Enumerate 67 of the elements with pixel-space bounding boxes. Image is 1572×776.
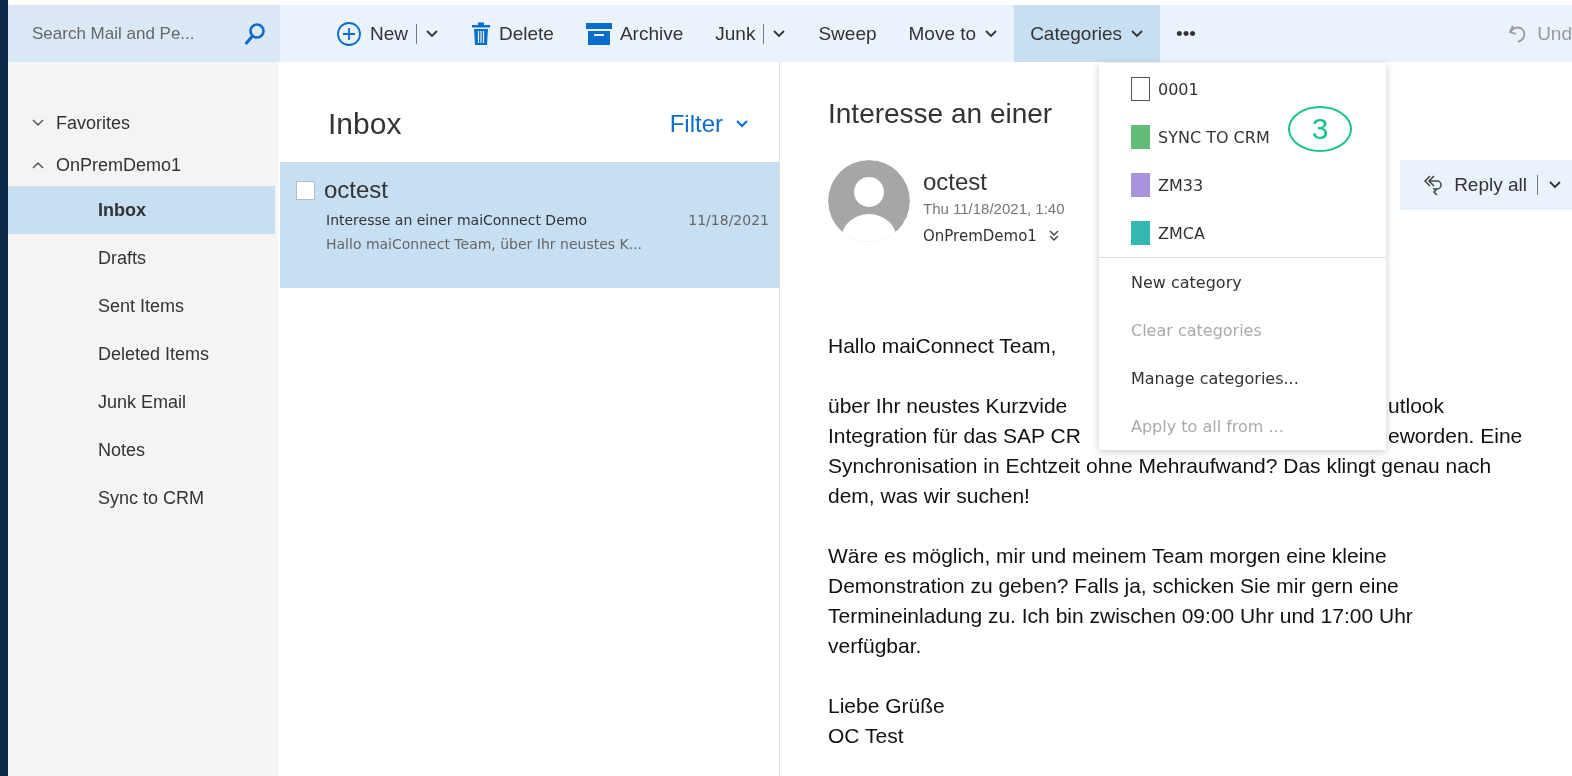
message-date: 11/18/2021 (688, 212, 769, 228)
chevron-up-icon (32, 161, 44, 169)
search-input[interactable]: Search Mail and Pe... (30, 22, 244, 45)
search-field[interactable]: Search Mail and Pe... (8, 5, 280, 62)
toolbar-button[interactable]: Move to (892, 5, 1015, 62)
search-icon[interactable] (244, 21, 266, 46)
body-text: verfügbar. (828, 634, 922, 657)
body-text: Termineinladung zu. Ich bin zwischen 09:00 Uhr und 17:00 Uhr (828, 604, 1413, 627)
message-preview: Hallo maiConnect Team, über Ihr neustes K... (325, 236, 644, 252)
folder-item[interactable]: Inbox (8, 186, 275, 234)
category-item[interactable]: 0001 (1099, 65, 1203, 113)
toolbar-button[interactable]: Archive (569, 5, 700, 62)
toolbar-button[interactable]: Junk (699, 5, 803, 62)
more-button[interactable]: ••• (1160, 5, 1212, 62)
body-text: Hallo maiConnect Team, (828, 334, 1057, 357)
caret-icon (735, 119, 749, 129)
trash-icon (471, 21, 491, 46)
body-text: Demonstration zu geben? Falls ja, schicken Sie mir gern eine (828, 574, 1399, 597)
folder-item[interactable]: Deleted Items (8, 330, 275, 378)
body-text: Synchronisation in Echtzeit ohne Mehraufwand? Das klingt genau nach (828, 454, 1492, 477)
folder-item[interactable]: Notes (8, 426, 275, 474)
body-text: Liebe Grüße (828, 694, 945, 717)
message-subject: Interesse an einer maiConnect Demo (326, 212, 587, 228)
double-chevron-icon[interactable] (1048, 230, 1059, 242)
body-text: OC Test (828, 724, 904, 747)
body-text: eworden. Eine (1388, 423, 1523, 449)
menu-item[interactable]: Manage categories... (1099, 354, 1386, 402)
circled-number-annotation: 3 (1288, 106, 1352, 152)
toolbar-button[interactable]: Delete (455, 5, 570, 62)
folder-item[interactable]: Sync to CRM (8, 474, 275, 522)
toolbar-button[interactable]: Categories (1014, 5, 1161, 62)
body-text: dem, was wir suchen! (828, 484, 1030, 507)
filter-button[interactable]: Filter (669, 110, 749, 138)
body-text: über Ihr neustes Kurzvide (828, 393, 1068, 419)
sender-name: octest (324, 176, 389, 204)
message-item[interactable]: octest Interesse an einer maiConnect Demo 11/18/2021 Hallo maiConnect Team, über Ihr neustes K... (280, 162, 779, 288)
checkbox[interactable] (296, 180, 315, 200)
message-title: Interesse an einer (828, 98, 1053, 129)
caret-icon (772, 28, 787, 39)
archive-icon (585, 22, 612, 45)
body-text: Wäre es möglich, mir und meinem Team morgen eine kleine (828, 544, 1387, 567)
caret-icon (1548, 180, 1562, 190)
body-text: Integration für das SAP CR (828, 423, 1081, 449)
reply-all-icon (1422, 174, 1445, 196)
sender-name: octest (923, 168, 989, 196)
chevron-down-icon (32, 119, 44, 127)
caret-icon (984, 28, 999, 39)
folder-item[interactable]: Sent Items (8, 282, 275, 330)
mailbox-name: OnPremDemo1 (923, 227, 1037, 245)
category-item[interactable]: ZMCA (1099, 209, 1209, 257)
folder-title: Inbox (328, 107, 402, 141)
folder-item[interactable]: Junk Email (8, 378, 275, 426)
category-item[interactable]: SYNC TO CRM (1099, 113, 1274, 161)
reply-all-button[interactable]: Reply all (1400, 160, 1572, 210)
avatar-icon (828, 160, 910, 242)
body-text: utlook (1388, 393, 1445, 419)
folder-item[interactable]: Drafts (8, 234, 275, 282)
category-item[interactable]: ZM33 (1099, 161, 1208, 209)
message-date: Thu 11/18/2021, 1:40 (923, 200, 1065, 217)
caret-icon (1130, 28, 1145, 39)
folder-group[interactable]: Favorites (8, 102, 278, 144)
toolbar-button[interactable]: Sweep (802, 5, 893, 62)
caret-icon (425, 28, 439, 39)
folder-group[interactable]: OnPremDemo1 (8, 144, 278, 186)
toolbar-button[interactable]: New (320, 5, 455, 62)
menu-item[interactable]: New category (1099, 258, 1386, 306)
plus-icon (336, 20, 362, 47)
